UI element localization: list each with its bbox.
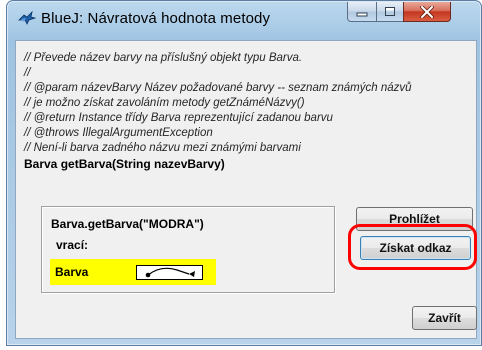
return-value-field[interactable]: Barva [50,259,216,285]
doc-line: // @throws IllegalArgumentException [24,127,213,139]
result-panel: Barva.getBarva("MODRA") vrací: Barva [41,206,335,293]
close-button[interactable]: Zavřít [412,306,477,330]
object-reference[interactable] [136,265,203,280]
window-title: BlueJ: Návratová hodnota metody [41,10,271,27]
doc-line: // Převede název barvy na příslušný obje… [24,52,303,64]
doc-line: // @return Instance třídy Barva reprezen… [24,112,333,124]
doc-line: // Není-li barva zadného názvu mezi znám… [24,142,301,154]
minimize-icon [356,12,368,16]
title-bar[interactable]: BlueJ: Návratová hodnota metody [7,1,481,35]
bluej-bird-icon [18,11,36,25]
method-documentation: // Převede název barvy na příslušný obje… [24,51,474,172]
method-signature: Barva getBarva(String nazevBarvy) [24,157,225,171]
annotation-highlight [348,224,477,270]
dialog-content: // Převede název barvy na příslušný obje… [15,40,477,339]
method-call-text: Barva.getBarva("MODRA") [51,217,204,231]
minimize-button[interactable] [347,2,377,22]
doc-line: // @param názevBarvy Název požadované ba… [24,82,412,94]
close-icon [420,5,434,18]
returns-label: vrací: [56,238,89,252]
maximize-button[interactable] [376,2,404,22]
reference-arrow-icon [145,267,195,278]
close-window-button[interactable] [403,2,451,22]
maximize-icon [385,7,395,16]
doc-line: // je možno získat zavoláním metody getZ… [24,97,305,109]
return-type-label: Barva [55,265,89,279]
doc-line: // [24,67,31,79]
method-result-dialog: BlueJ: Návratová hodnota metody // Převe… [6,0,482,346]
